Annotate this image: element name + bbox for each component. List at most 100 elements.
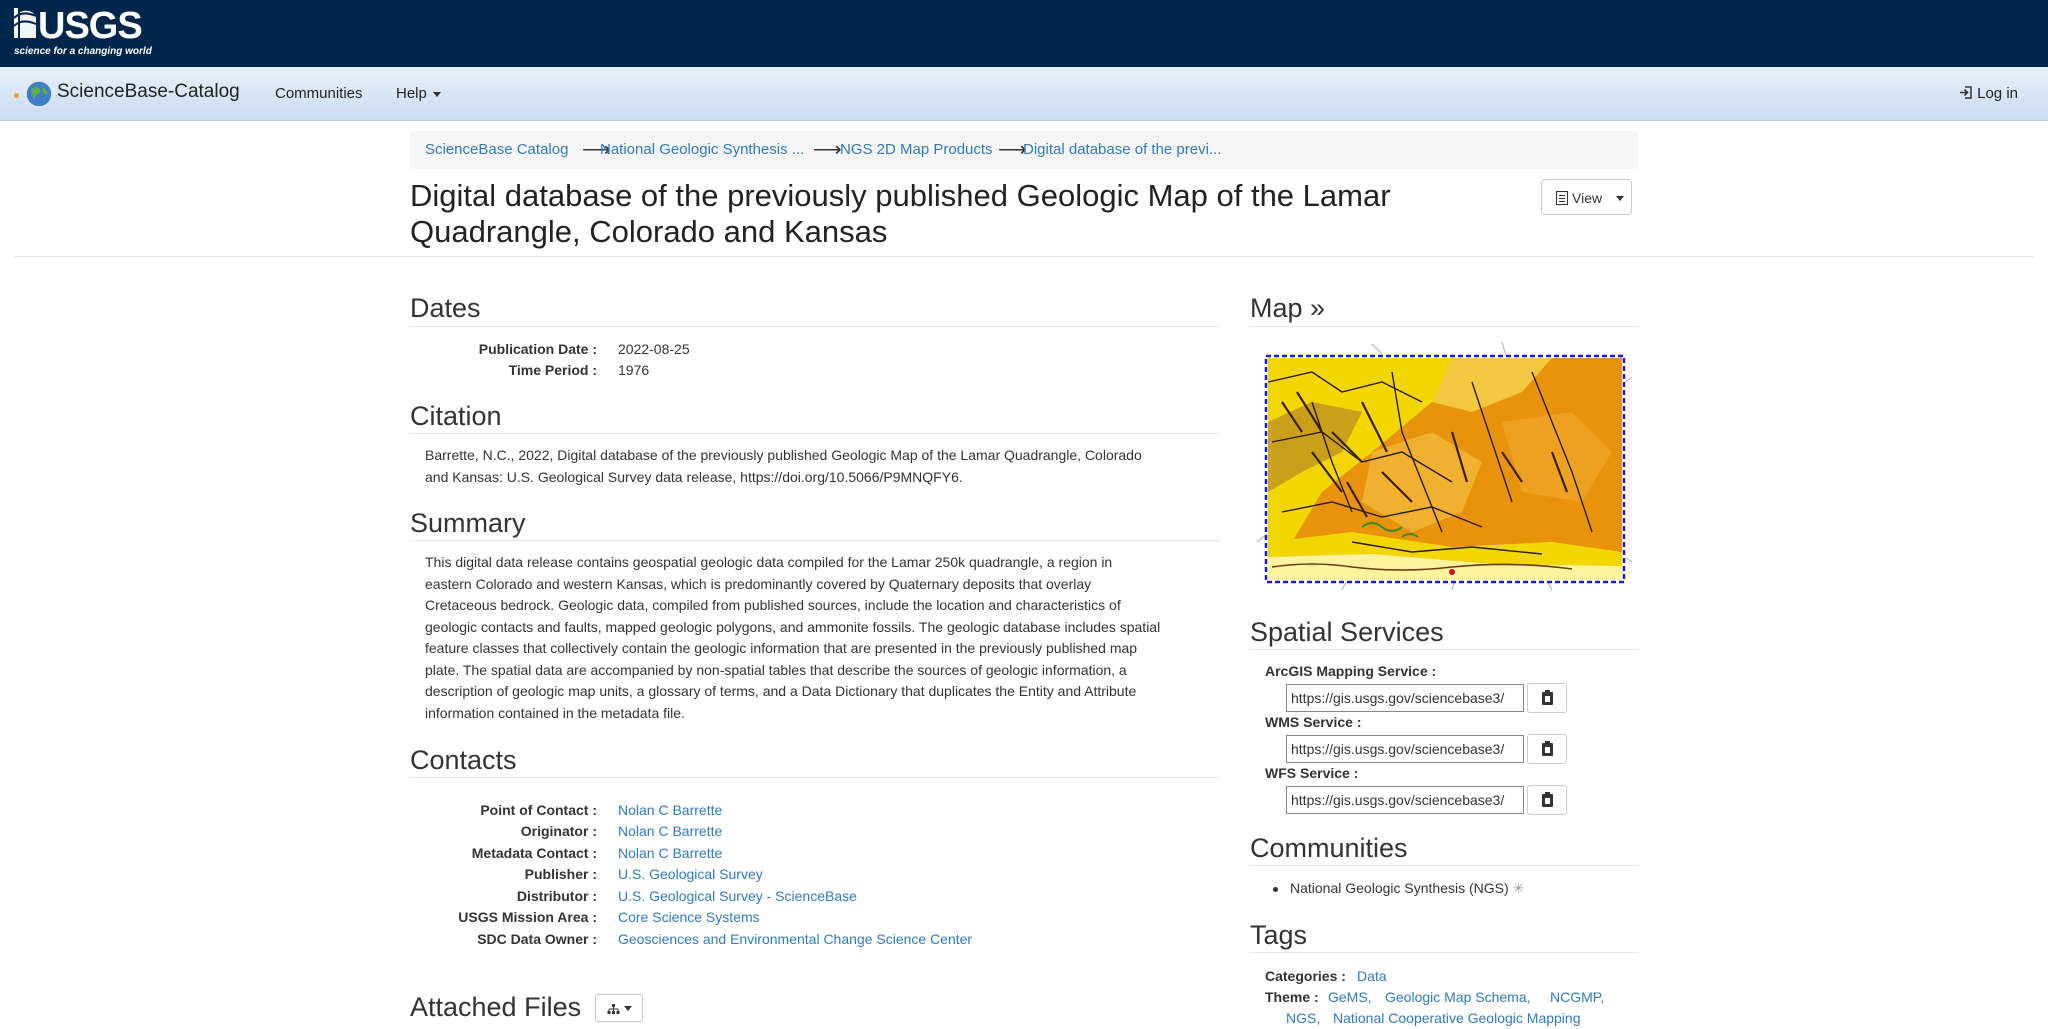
login-label: Log in <box>1977 85 2018 102</box>
publication-date-value: 2022-08-25 <box>618 341 690 357</box>
contact-link[interactable]: Geosciences and Environmental Change Sci… <box>618 931 972 947</box>
chevron-down-icon <box>432 91 441 97</box>
contact-label: Point of Contact : <box>480 802 597 818</box>
tag-link[interactable]: NCGMP, <box>1550 989 1604 1005</box>
citation-text: Barrette, N.C., 2022, Digital database o… <box>425 445 1220 488</box>
contact-label: Distributor : <box>516 888 597 904</box>
summary-heading: Summary <box>410 508 526 538</box>
copy-wms-url-button[interactable] <box>1527 734 1567 764</box>
usgs-logo-tagline: science for a changing world <box>14 46 153 57</box>
clipboard-icon <box>1542 690 1553 705</box>
nav-help-label: Help <box>396 85 427 102</box>
nav-dot-icon <box>14 93 19 98</box>
breadcrumb-arrow-icon: ⟶ <box>813 139 842 161</box>
summary-line: Cretaceous bedrock. Geologic data, compi… <box>425 597 1121 613</box>
attached-files-heading: Attached Files <box>410 992 582 1022</box>
wfs-service-label: WFS Service : <box>1265 765 1359 781</box>
time-period-label: Time Period : <box>508 362 597 378</box>
community-item: National Geologic Synthesis (NGS) ✳ <box>1272 880 1525 897</box>
section-divider <box>410 433 1220 434</box>
contact-label: USGS Mission Area : <box>458 909 597 925</box>
tag-link[interactable]: Data <box>1357 968 1387 984</box>
breadcrumb-item-ngs[interactable]: National Geologic Synthesis ... <box>600 141 804 158</box>
map-heading-link[interactable]: Map » <box>1250 293 1325 324</box>
navbar: ScienceBase-Catalog Communities Help Log… <box>0 67 2048 121</box>
copy-wfs-url-button[interactable] <box>1527 785 1567 815</box>
usgs-header: USGS science for a changing world <box>0 0 2048 67</box>
section-divider <box>410 326 1220 327</box>
tag-categories-label: Categories : <box>1265 968 1346 984</box>
document-icon <box>1556 191 1568 205</box>
wms-service-label: WMS Service : <box>1265 714 1362 730</box>
section-divider <box>1250 649 1638 650</box>
page-title: Digital database of the previously publi… <box>410 178 1470 250</box>
clipboard-icon <box>1542 741 1553 756</box>
clipboard-icon <box>1542 792 1553 807</box>
section-divider <box>410 777 1220 778</box>
summary-line: information contained in the metadata fi… <box>425 704 685 721</box>
community-item-label: National Geologic Synthesis (NGS) <box>1290 880 1509 896</box>
communities-heading: Communities <box>1250 833 1408 863</box>
nav-help-dropdown[interactable]: Help <box>396 85 441 102</box>
publication-date-label: Publication Date : <box>478 341 597 357</box>
brand-link[interactable]: ScienceBase-Catalog <box>57 81 240 103</box>
tag-link[interactable]: National Cooperative Geologic Mapping <box>1333 1010 1580 1026</box>
contact-link[interactable]: Core Science Systems <box>618 909 760 925</box>
map-thumbnail[interactable] <box>1252 342 1639 592</box>
wms-service-url-input[interactable] <box>1286 735 1524 763</box>
section-divider <box>1250 865 1638 866</box>
contact-label: Originator : <box>520 823 597 839</box>
breadcrumb: ScienceBase Catalog ⟶ National Geologic … <box>410 131 1638 169</box>
summary-line: eastern Colorado and western Kansas, whi… <box>425 575 1092 592</box>
spatial-services-heading: Spatial Services <box>1250 617 1444 647</box>
citation-line: Barrette, N.C., 2022, Digital database o… <box>425 447 1142 463</box>
section-divider <box>410 540 1220 541</box>
contact-link[interactable]: Nolan C Barrette <box>618 802 722 818</box>
nav-communities[interactable]: Communities <box>275 85 363 102</box>
divider <box>14 256 2034 257</box>
copy-arcgis-url-button[interactable] <box>1527 683 1567 713</box>
section-divider <box>1250 952 1638 953</box>
contacts-heading: Contacts <box>410 745 517 775</box>
chevron-down-icon <box>1616 196 1624 201</box>
view-button[interactable]: View <box>1541 179 1632 215</box>
attached-files-view-button[interactable] <box>595 994 643 1022</box>
breadcrumb-item-catalog[interactable]: ScienceBase Catalog <box>425 141 568 158</box>
login-icon <box>1959 86 1972 99</box>
citation-heading: Citation <box>410 401 502 431</box>
summary-line: plate. The spatial data are accompanied … <box>425 661 1127 678</box>
tag-theme-label: Theme : <box>1265 989 1319 1005</box>
contact-link[interactable]: U.S. Geological Survey <box>618 866 763 882</box>
page-title-line1: Digital database of the previously publi… <box>410 178 1391 213</box>
tag-link[interactable]: NGS, <box>1286 1010 1320 1026</box>
asterisk-icon[interactable]: ✳ <box>1513 880 1525 896</box>
tag-link[interactable]: Geologic Map Schema, <box>1385 989 1531 1005</box>
arcgis-service-url-input[interactable] <box>1286 684 1524 712</box>
dates-heading: Dates <box>410 293 481 323</box>
summary-line: geologic contacts and faults, mapped geo… <box>425 618 1161 635</box>
globe-icon[interactable] <box>24 79 54 109</box>
wfs-service-url-input[interactable] <box>1286 786 1524 814</box>
contact-label: Metadata Contact : <box>471 845 597 861</box>
usgs-logo-text: USGS <box>38 5 142 47</box>
citation-line: and Kansas: U.S. Geological Survey data … <box>425 468 963 485</box>
login-link[interactable]: Log in <box>1959 85 2018 102</box>
time-period-value: 1976 <box>618 362 650 378</box>
breadcrumb-item-current[interactable]: Digital database of the previ... <box>1023 141 1221 158</box>
contact-link[interactable]: U.S. Geological Survey - ScienceBase <box>618 888 857 904</box>
summary-line: description of geologic map units, a glo… <box>425 683 1137 699</box>
chevron-down-icon <box>624 1006 632 1011</box>
summary-line: feature classes that collectively contai… <box>425 640 1138 656</box>
tags-heading: Tags <box>1250 920 1308 950</box>
summary-text: This digital data release contains geosp… <box>425 552 1220 724</box>
usgs-logo[interactable]: USGS science for a changing world <box>12 4 162 60</box>
contact-link[interactable]: Nolan C Barrette <box>618 823 722 839</box>
page-title-line2: Quadrangle, Colorado and Kansas <box>410 214 888 249</box>
view-button-label: View <box>1572 190 1603 206</box>
sitemap-icon <box>607 1004 620 1014</box>
tag-link[interactable]: GeMS, <box>1328 989 1372 1005</box>
breadcrumb-item-2d-products[interactable]: NGS 2D Map Products <box>840 141 993 158</box>
contact-label: Publisher : <box>524 866 597 882</box>
contact-link[interactable]: Nolan C Barrette <box>618 845 722 861</box>
summary-line: This digital data release contains geosp… <box>425 554 1113 570</box>
